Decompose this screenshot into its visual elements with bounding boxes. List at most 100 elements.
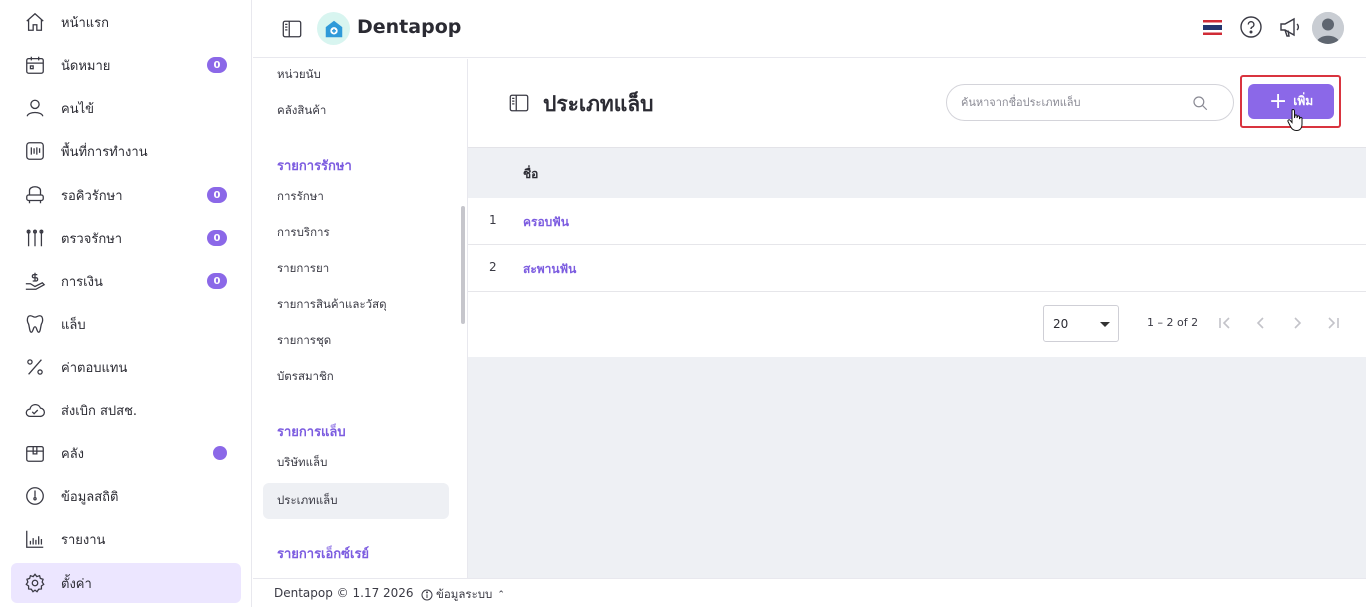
home-icon [23,10,47,34]
sidebar-item-lab[interactable]: แล็บ [11,304,241,344]
sidebar-item-label: ค่าตอบแทน [61,360,128,376]
search-icon[interactable] [1191,94,1209,112]
column-header-name: ชื่อ [523,167,539,181]
help-icon[interactable] [1239,15,1263,39]
sidebar-toggle-icon[interactable] [281,18,303,40]
sidebar-item-finance[interactable]: การเงิน 0 [11,261,241,301]
megaphone-icon[interactable] [1278,15,1302,39]
cloud-check-icon [23,398,47,422]
sidebar-item-label: การเงิน [61,274,103,290]
submenu-item-units[interactable]: หน่วยนับ [263,59,449,93]
sidebar-item-examination[interactable]: ตรวจรักษา 0 [11,218,241,258]
submenu-item-medicines[interactable]: รายการยา [263,251,449,287]
first-page-icon[interactable] [1216,314,1234,332]
submenu-item-products-materials[interactable]: รายการสินค้าและวัสดุ [263,287,449,323]
page-title: ประเภทแล็บ [543,92,654,116]
submenu-item-lab-companies[interactable]: บริษัทแล็บ [263,445,449,481]
last-page-icon[interactable] [1324,314,1342,332]
sidebar-item-label: รายงาน [61,532,106,548]
page-size-value: 20 [1053,317,1069,331]
count-badge: 0 [207,57,227,73]
count-badge: 0 [207,230,227,246]
footer: Dentapop © 1.17 2026 ข้อมูลระบบ ⌃ [253,578,1366,607]
gear-icon [23,571,47,595]
system-info-label: ข้อมูลระบบ [436,587,493,601]
sidebar-item-label: คลัง [61,446,85,462]
top-header: Dentapop [253,0,1366,58]
row-name-link[interactable]: สะพานฟัน [523,260,576,279]
system-info-link[interactable]: ข้อมูลระบบ ⌃ [421,586,505,604]
search-box [946,84,1234,121]
sidebar-item-compensation[interactable]: ค่าตอบแทน [11,347,241,387]
sidebar-item-label: คนไข้ [61,101,95,117]
workspace-icon [23,139,47,163]
clock-icon [23,484,47,508]
sidebar-item-home[interactable]: หน้าแรก [11,2,241,42]
row-number: 1 [489,213,497,227]
percent-icon [23,355,47,379]
sidebar-item-queue[interactable]: รอคิวรักษา 0 [11,175,241,215]
submenu-heading-xray: รายการเอ็กซ์เรย์ [277,547,370,562]
next-page-icon[interactable] [1288,314,1306,332]
sidebar-item-label: ข้อมูลสถิติ [61,489,119,505]
footer-copyright: Dentapop © 1.17 2026 [274,586,414,600]
table-row[interactable]: 1 ครอบฟัน [468,198,1366,245]
bar-chart-icon [23,527,47,551]
app-logo-icon [317,12,350,45]
row-name-link[interactable]: ครอบฟัน [523,213,569,232]
sidebar-item-label: หน้าแรก [61,15,109,31]
hand-cursor-icon [1286,108,1306,132]
submenu-item-warehouse[interactable]: คลังสินค้า [263,93,449,129]
count-badge: 0 [207,187,227,203]
submenu-heading-lab: รายการแล็บ [277,425,346,440]
row-number: 2 [489,260,497,274]
submenu-item-membership-cards[interactable]: บัตรสมาชิก [263,359,449,395]
page-size-select[interactable]: 20 [1043,305,1119,342]
search-input[interactable] [961,85,1191,120]
sidebar-item-label: นัดหมาย [61,58,111,74]
box-icon [23,441,47,465]
sidebar-item-label: รอคิวรักษา [61,188,123,204]
money-hand-icon [23,269,47,293]
table-header: ชื่อ [468,147,1366,198]
submenu-item-treatment[interactable]: การรักษา [263,179,449,215]
sidebar-item-label: ตรวจรักษา [61,231,123,247]
notification-dot [213,446,227,460]
sidebar-item-settings[interactable]: ตั้งค่า [11,563,241,603]
main-content: ประเภทแล็บ + เพิ่ม ชื่อ 1 ครอบฟัน 2 สะพา… [468,59,1366,578]
sidebar-item-appointments[interactable]: นัดหมาย 0 [11,45,241,85]
submenu-item-packages[interactable]: รายการชุด [263,323,449,359]
dental-chair-icon [23,183,47,207]
sidebar-item-patients[interactable]: คนไข้ [11,88,241,128]
chevron-up-icon: ⌃ [497,590,505,600]
app-title: Dentapop [357,16,462,38]
calendar-icon [23,53,47,77]
sidebar-item-inventory[interactable]: คลัง [11,433,241,473]
sidebar-item-statistics[interactable]: ข้อมูลสถิติ [11,476,241,516]
submenu-heading-treatment: รายการรักษา [277,159,352,174]
tooth-icon [23,312,47,336]
sidebar: หน้าแรก นัดหมาย 0 คนไข้ พื้นที่การทำงาน … [0,0,252,607]
lab-types-card: ประเภทแล็บ + เพิ่ม ชื่อ 1 ครอบฟัน 2 สะพา… [468,59,1366,357]
caret-down-icon [1100,322,1110,327]
language-flag-icon[interactable] [1203,20,1222,35]
submenu-item-services[interactable]: การบริการ [263,215,449,251]
count-badge: 0 [207,273,227,289]
submenu-scrollbar[interactable] [461,206,465,324]
sidebar-item-label: แล็บ [61,317,86,333]
plus-icon: + [1268,88,1288,114]
submenu-item-lab-types[interactable]: ประเภทแล็บ [263,483,449,519]
sidebar-item-workspace[interactable]: พื้นที่การทำงาน [11,131,241,171]
table-row[interactable]: 2 สะพานฟัน [468,245,1366,292]
dental-tools-icon [23,226,47,250]
prev-page-icon[interactable] [1252,314,1270,332]
pagination-range: 1 – 2 of 2 [1147,316,1199,329]
user-icon [23,96,47,120]
sidebar-item-reports[interactable]: รายงาน [11,519,241,559]
sidebar-item-nhso-claim[interactable]: ส่งเบิก สปสช. [11,390,241,430]
panel-icon [508,92,530,114]
avatar[interactable] [1312,12,1344,44]
sidebar-item-label: ตั้งค่า [61,576,92,592]
settings-submenu: หน่วยนับ คลังสินค้า รายการรักษา การรักษา… [253,59,468,578]
sidebar-item-label: พื้นที่การทำงาน [61,144,148,160]
